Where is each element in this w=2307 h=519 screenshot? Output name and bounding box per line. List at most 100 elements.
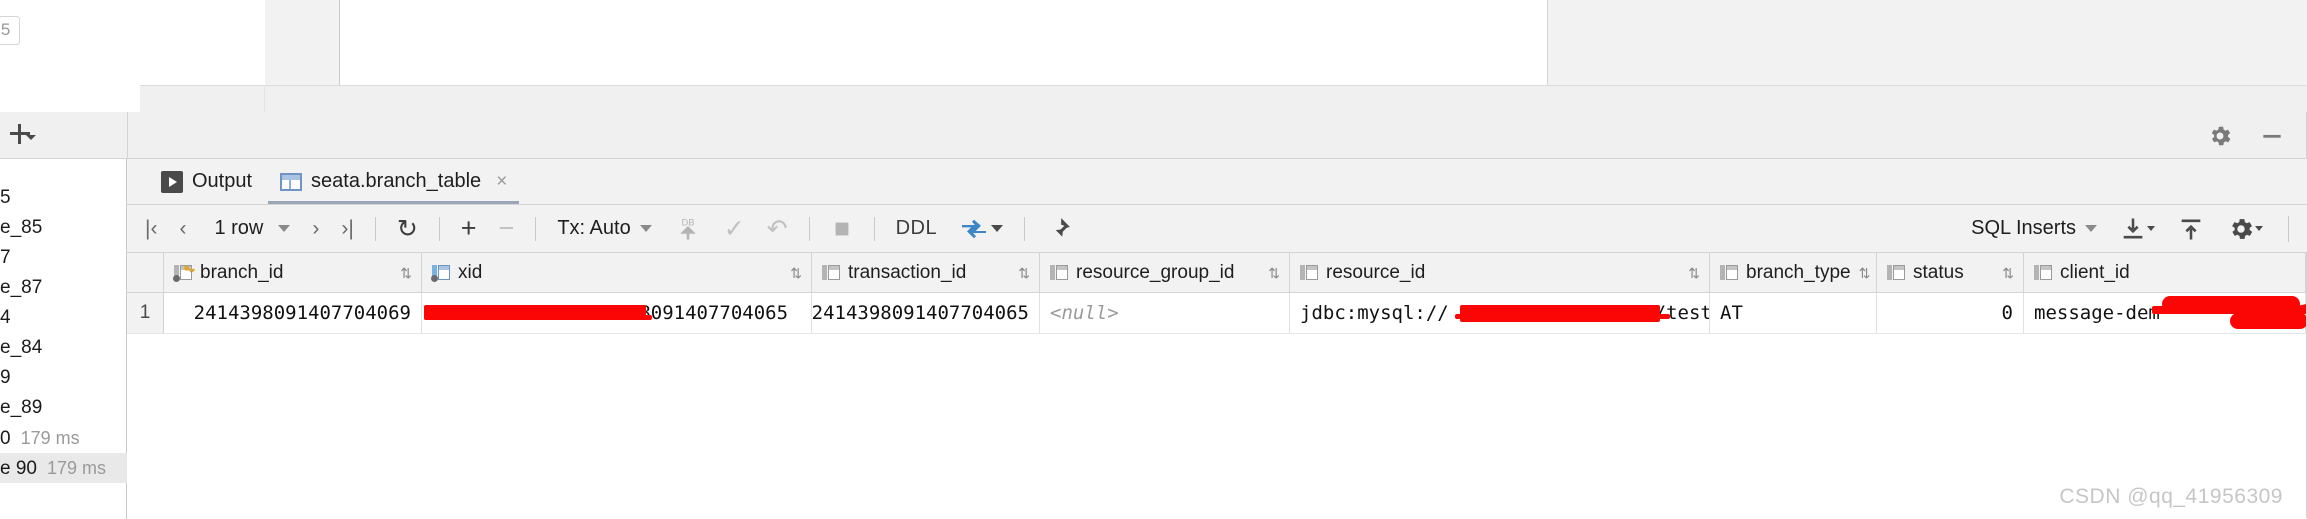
list-item[interactable]: 0 179 ms [0,423,127,453]
column-header-resource-group-id[interactable]: resource_group_id ⇅ [1040,253,1290,292]
minimize-icon[interactable] [2259,123,2285,149]
cell-resource-group-id[interactable]: <null> [1040,293,1290,333]
editor-text-area[interactable] [340,0,1548,85]
list-item-label: e_87 [0,277,43,298]
column-header-label: resource_group_id [1076,261,1235,283]
list-item[interactable]: 4 [0,303,127,333]
column-header-label: resource_id [1326,261,1426,283]
column-header-label: client_id [2060,261,2130,283]
sort-indicator-icon[interactable]: ⇅ [790,266,802,280]
cell-transaction-id[interactable]: 2414398091407704065 [812,293,1040,333]
chevron-down-icon [26,135,36,140]
toolbar-separator [873,216,875,241]
toolbar-right-group: SQL Inserts [1960,205,2307,253]
submit-to-db-icon[interactable]: DB [663,205,713,253]
last-page-button[interactable]: ›| [330,205,364,253]
cell-xid[interactable]: 10.0.10.191::2414398091407704065 [422,293,812,333]
toolbar-separator [808,216,810,241]
column-header-transaction-id[interactable]: transaction_id ⇅ [812,253,1040,292]
row-count-dropdown[interactable]: 1 row [197,205,301,253]
rollback-icon[interactable]: ↶ [756,205,799,253]
pin-icon[interactable] [1035,205,1083,253]
list-item[interactable]: 5 [0,183,127,213]
watermark: CSDN @qq_41956309 [2059,485,2283,508]
chevron-down-icon [278,225,291,232]
list-item-duration: 179 ms [46,458,107,478]
sidebar-list[interactable]: 5 e_85 7 e_87 4 e_84 9 e_89 0 179 ms e 90… [0,159,127,519]
export-format-dropdown[interactable]: SQL Inserts [1960,205,2108,253]
column-header-client-id[interactable]: client_id [2024,253,2306,292]
column-header-branch-type[interactable]: branch_type ⇅ [1710,253,1877,292]
column-icon [822,264,840,281]
add-row-icon[interactable]: + [450,205,488,253]
sort-indicator-icon[interactable]: ⇅ [1018,266,1030,280]
column-header-branch-id[interactable]: branch_id ⇅ [164,253,422,292]
list-item[interactable]: e_87 [0,273,127,303]
editor-status-strip [140,85,2307,112]
database-results-panel: 5 e_85 7 e_87 4 e_84 9 e_89 0 179 ms e 90… [0,112,2307,519]
ddl-button[interactable]: DDL [885,205,949,253]
list-item[interactable]: 7 [0,243,127,273]
list-item[interactable]: 9 [0,363,127,393]
redaction-mark [424,315,652,320]
cell-branch-type[interactable]: AT [1710,293,1877,333]
list-item-label: 7 [0,247,11,268]
toolbar-separator [1024,216,1026,241]
list-item-label: e_84 [0,337,43,358]
panel-header [127,112,2307,159]
column-icon [1300,264,1318,281]
delete-row-icon[interactable]: − [488,205,526,253]
screenshot-root: of 5 5 e_85 7 e_87 4 e_84 9 e_89 0179 [0,0,2307,519]
next-page-button[interactable]: › [301,205,330,253]
column-header-resource-id[interactable]: resource_id ⇅ [1290,253,1710,292]
list-item[interactable]: e_85 [0,213,127,243]
close-icon[interactable]: × [496,172,507,191]
grid-empty-area[interactable] [127,334,2307,519]
reload-icon[interactable]: ↻ [386,205,429,253]
toolbar-separator [2288,215,2289,242]
sidebar-add-button[interactable] [4,120,38,150]
cell-client-id[interactable]: message-dem [2024,293,2307,333]
list-item[interactable]: e_89 [0,393,127,423]
sort-indicator-icon[interactable]: ⇅ [2002,266,2014,280]
list-item[interactable]: e 90 179 ms [0,453,127,483]
prev-page-button[interactable]: ‹ [168,205,197,253]
sort-indicator-icon[interactable]: ⇅ [400,266,412,280]
indexed-column-icon [431,264,450,282]
toolbar-left-group: |‹ ‹ 1 row › ›| ↻ + − Tx: Auto DB ✓ ↶ DD… [127,205,1083,253]
grid-header-row: branch_id ⇅ xid ⇅ transaction_id ⇅ resou… [127,253,2307,293]
first-page-button[interactable]: |‹ [127,205,168,253]
download-icon[interactable] [2108,205,2166,253]
sort-indicator-icon[interactable]: ⇅ [1859,266,1871,280]
table-row[interactable]: 1 2414398091407704069 10.0.10.191::24143… [127,293,2307,334]
list-item[interactable]: e_84 [0,333,127,363]
pagination-chip[interactable]: of 5 [0,16,21,45]
list-item-label: 0 [0,428,11,449]
sort-indicator-icon[interactable]: ⇅ [1268,266,1280,280]
run-output-icon [161,170,183,193]
stop-icon[interactable] [820,205,864,253]
cell-branch-id[interactable]: 2414398091407704069 [164,293,422,333]
column-header-xid[interactable]: xid ⇅ [422,253,812,292]
gear-icon[interactable] [2207,123,2233,149]
column-icon [2034,264,2052,281]
table-grid-icon [280,172,303,191]
cell-resource-id-prefix: jdbc:mysql:// [1300,302,1449,324]
cell-status[interactable]: 0 [1877,293,2024,333]
tab-output[interactable]: Output [147,159,266,204]
commit-icon[interactable]: ✓ [713,205,756,253]
settings-gear-icon[interactable] [2216,205,2274,253]
editor-right-panel [1548,0,2307,85]
transaction-mode-dropdown[interactable]: Tx: Auto [546,205,662,253]
column-icon [1050,264,1068,281]
sort-indicator-icon[interactable]: ⇅ [1688,266,1700,280]
editor-left-blank [0,0,140,112]
upload-icon[interactable] [2166,205,2216,253]
compare-icon[interactable] [948,205,1014,253]
cell-resource-id[interactable]: jdbc:mysql://192.168.11.11:3306/test_dem… [1290,293,1710,333]
primary-key-column-icon [173,264,195,282]
toolbar-separator [535,216,537,241]
column-header-status[interactable]: status ⇅ [1877,253,2024,292]
tab-seata-branch-table[interactable]: seata.branch_table × [266,159,521,204]
chevron-down-icon [639,225,652,232]
